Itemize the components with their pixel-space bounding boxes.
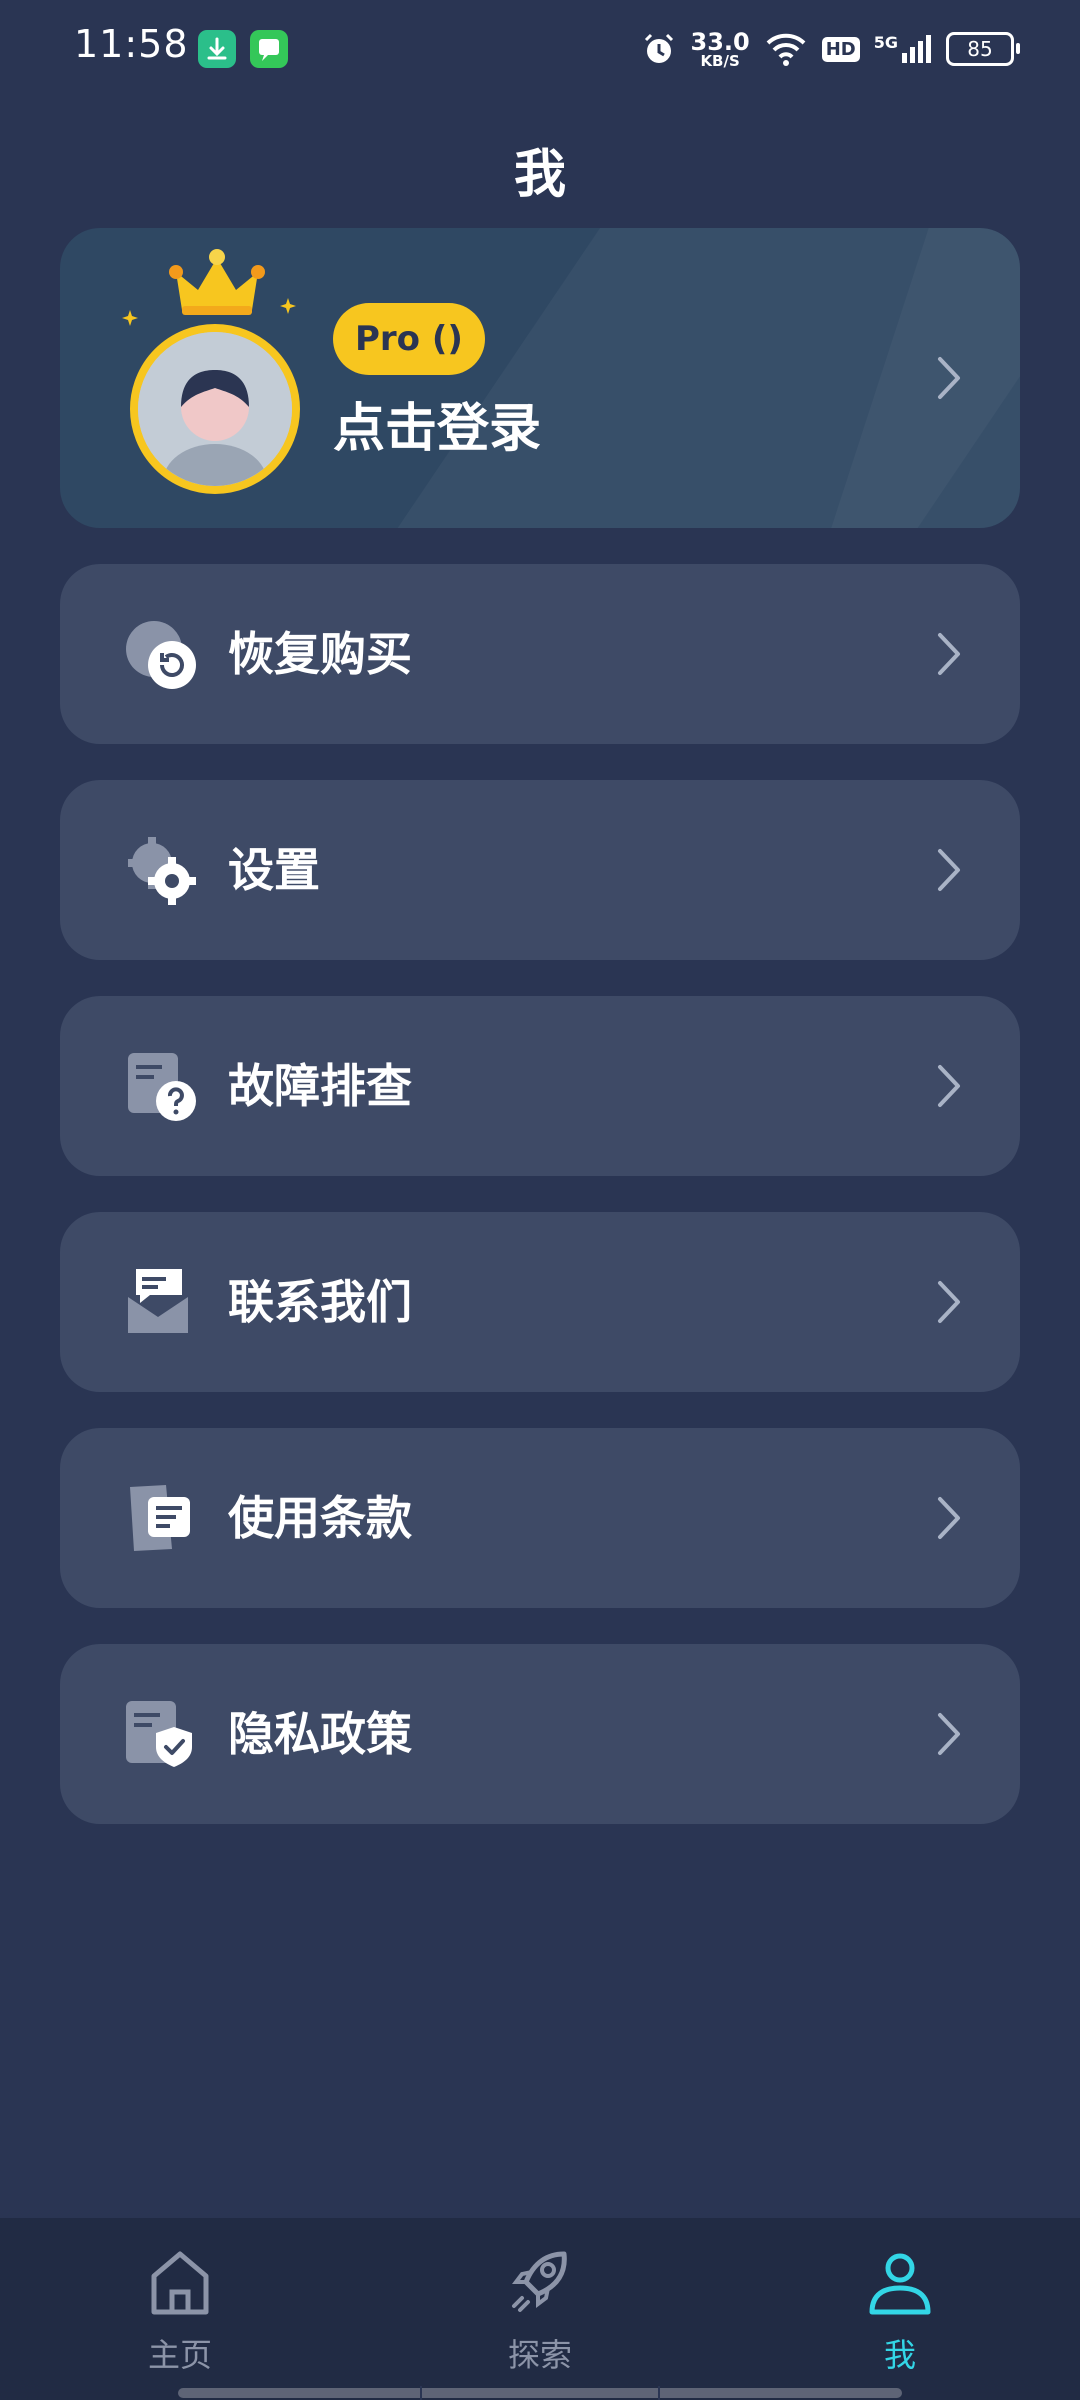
download-icon	[198, 30, 236, 68]
pro-badge: Pro ()	[333, 303, 485, 375]
wifi-icon	[766, 33, 806, 66]
gesture-bar-divider	[420, 2386, 422, 2400]
hd-indicator: HD	[821, 36, 860, 62]
nav-tab-label: 我	[883, 2336, 916, 2374]
menu-item-terms-of-use[interactable]: 使用条款	[60, 1428, 1020, 1608]
chevron-right-icon	[938, 1281, 960, 1323]
nav-tab-label: 主页	[147, 2336, 212, 2374]
rocket-icon	[512, 2251, 567, 2312]
menu-item-label: 故障排查	[228, 1059, 412, 1113]
gesture-bar-divider	[658, 2386, 660, 2400]
nav-tab-me[interactable]: 我	[720, 2218, 1080, 2400]
crown-icon	[169, 249, 265, 315]
shield-check-icon	[126, 1701, 192, 1767]
sparkle-icon	[280, 298, 296, 314]
gear-icon	[128, 837, 196, 905]
gesture-bar[interactable]	[178, 2388, 902, 2398]
restore-icon	[126, 621, 196, 689]
user-icon	[869, 2253, 931, 2315]
status-icons: 33.0 KB/S HD 5G 85	[641, 24, 1020, 74]
profile-card[interactable]: Pro () 点击登录	[60, 228, 1020, 528]
chevron-right-icon	[938, 1065, 960, 1107]
menu-item-label: 使用条款	[228, 1491, 412, 1545]
help-document-icon	[128, 1053, 196, 1121]
chevron-right-icon	[938, 1713, 960, 1755]
alarm-icon	[644, 33, 673, 63]
home-icon	[151, 2251, 209, 2315]
page-title: 我	[513, 145, 566, 205]
menu-item-restore-purchase[interactable]: 恢复购买	[60, 564, 1020, 744]
mail-icon	[128, 1269, 188, 1333]
chevron-right-icon	[938, 357, 960, 399]
menu-item-label: 恢复购买	[228, 627, 412, 681]
battery-indicator: 85	[946, 32, 1020, 66]
status-bar: 11:58 33.0 KB/S HD 5G 85	[0, 0, 1080, 96]
avatar-with-crown[interactable]	[122, 248, 302, 498]
network-speed-value: 33.0	[690, 27, 750, 56]
menu-item-privacy-policy[interactable]: 隐私政策	[60, 1644, 1020, 1824]
network-speed-unit: KB/S	[700, 51, 740, 70]
bottom-navigation: 主页 探索 我	[0, 2218, 1080, 2400]
status-time: 11:58	[74, 22, 189, 66]
document-icon	[130, 1485, 190, 1551]
chevron-right-icon	[938, 633, 960, 675]
menu-item-contact-us[interactable]: 联系我们	[60, 1212, 1020, 1392]
messages-icon	[250, 30, 288, 68]
chevron-right-icon	[938, 849, 960, 891]
menu-item-label: 联系我们	[228, 1275, 412, 1329]
nav-tab-explore[interactable]: 探索	[360, 2218, 720, 2400]
menu-item-label: 设置	[228, 843, 320, 897]
avatar	[130, 324, 300, 494]
network-speed: 33.0 KB/S	[691, 30, 750, 69]
nav-tab-home[interactable]: 主页	[0, 2218, 360, 2400]
menu-item-settings[interactable]: 设置	[60, 780, 1020, 960]
sparkle-icon	[122, 310, 138, 326]
cell-signal-label: 5G	[873, 33, 898, 52]
nav-tab-label: 探索	[507, 2336, 572, 2374]
menu-item-label: 隐私政策	[228, 1707, 412, 1761]
cell-signal: 5G	[874, 33, 932, 65]
login-prompt[interactable]: 点击登录	[333, 386, 541, 461]
menu-item-troubleshoot[interactable]: 故障排查	[60, 996, 1020, 1176]
chevron-right-icon	[938, 1497, 960, 1539]
signal-bars-icon	[902, 35, 931, 63]
